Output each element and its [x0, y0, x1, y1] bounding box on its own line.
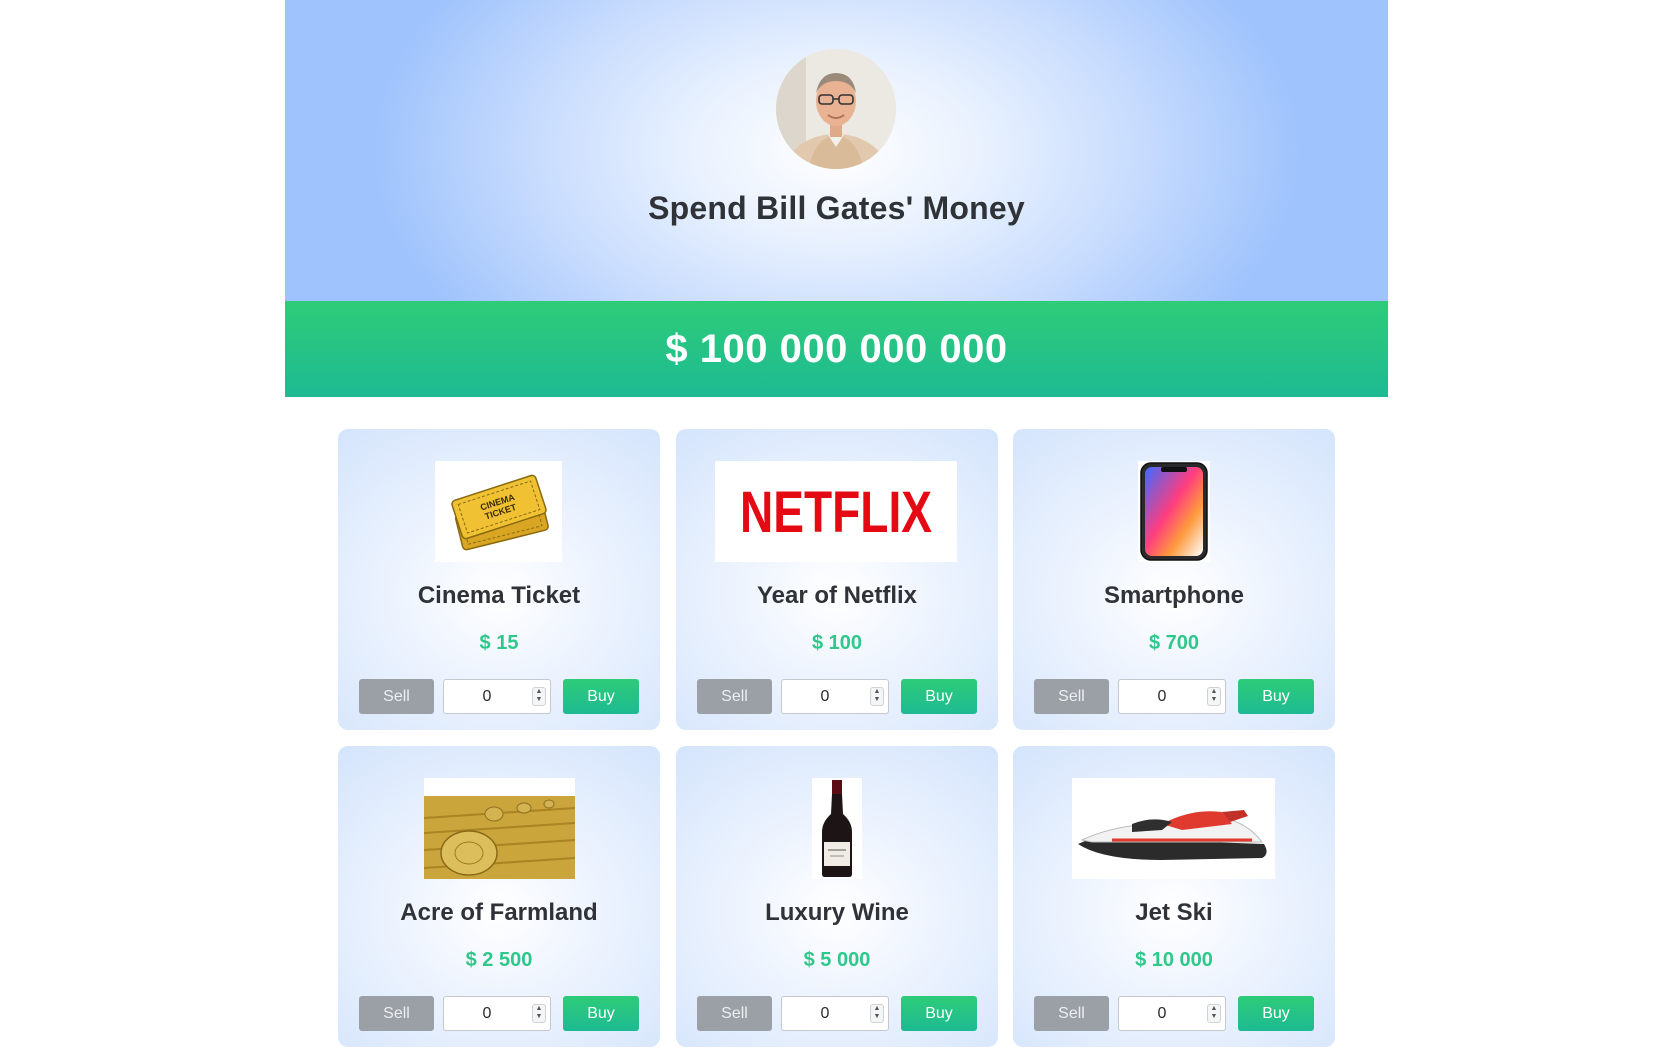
spinner-arrows-icon[interactable]: ▲ ▼: [532, 687, 546, 706]
sell-button[interactable]: Sell: [697, 679, 772, 714]
product-name: Year of Netflix: [756, 582, 918, 609]
buy-button[interactable]: Buy: [1238, 679, 1314, 714]
product-name: Acre of Farmland: [400, 899, 598, 926]
product-name: Luxury Wine: [765, 899, 909, 926]
sell-button[interactable]: Sell: [1034, 679, 1109, 714]
buy-button[interactable]: Buy: [901, 679, 977, 714]
cinema-ticket-icon: CINEMA TICKET: [435, 461, 562, 562]
product-card-netflix: NETFLIX Year of Netflix $ 100 Sell ▲▼ Bu…: [676, 429, 998, 730]
buy-button[interactable]: Buy: [1238, 996, 1314, 1031]
quantity-input[interactable]: [444, 997, 530, 1030]
product-controls: Sell ▲▼ Buy: [359, 996, 639, 1031]
product-price: $ 700: [1148, 632, 1200, 654]
quantity-input[interactable]: [1119, 997, 1205, 1030]
product-card-luxury-wine: Luxury Wine $ 5 000 Sell ▲▼ Buy: [676, 746, 998, 1047]
spinner-arrows-icon[interactable]: ▲ ▼: [870, 1004, 884, 1023]
product-card-jet-ski: Jet Ski $ 10 000 Sell ▲▼ Buy: [1013, 746, 1335, 1047]
product-name: Jet Ski: [1135, 899, 1213, 926]
product-price: $ 5 000: [803, 949, 871, 971]
smartphone-icon: [1138, 461, 1210, 562]
product-controls: Sell ▲▼ Buy: [697, 996, 977, 1031]
product-card-cinema-ticket: CINEMA TICKET Cinema Ticket $ 15 Sell ▲▼…: [338, 429, 660, 730]
product-name: Cinema Ticket: [417, 582, 581, 609]
sell-button[interactable]: Sell: [697, 996, 772, 1031]
page: Spend Bill Gates' Money $ 100 000 000 00…: [0, 0, 1668, 1050]
product-controls: Sell ▲▼ Buy: [1034, 996, 1314, 1031]
quantity-input[interactable]: [782, 997, 868, 1030]
quantity-stepper[interactable]: ▲▼: [781, 679, 889, 714]
product-price: $ 10 000: [1135, 949, 1213, 971]
spinner-arrows-icon[interactable]: ▲ ▼: [870, 687, 884, 706]
product-card-farmland: Acre of Farmland $ 2 500 Sell ▲▼ Buy: [338, 746, 660, 1047]
product-name: Smartphone: [1103, 582, 1244, 609]
product-price: $ 15: [479, 632, 519, 654]
quantity-stepper[interactable]: ▲▼: [781, 996, 889, 1031]
sell-button[interactable]: Sell: [1034, 996, 1109, 1031]
bill-gates-avatar: [776, 49, 896, 169]
spinner-arrows-icon[interactable]: ▲ ▼: [1207, 687, 1221, 706]
quantity-input[interactable]: [1119, 680, 1205, 713]
quantity-stepper[interactable]: ▲▼: [1118, 996, 1226, 1031]
netflix-logo-text: NETFLIX: [740, 480, 932, 545]
product-controls: Sell ▲▼ Buy: [359, 679, 639, 714]
buy-button[interactable]: Buy: [563, 679, 639, 714]
quantity-stepper[interactable]: ▲▼: [443, 996, 551, 1031]
spinner-arrows-icon[interactable]: ▲ ▼: [532, 1004, 546, 1023]
wine-bottle-icon: [812, 778, 862, 879]
buy-button[interactable]: Buy: [901, 996, 977, 1031]
product-card-smartphone: Smartphone $ 700 Sell ▲▼ Buy: [1013, 429, 1335, 730]
product-controls: Sell ▲▼ Buy: [1034, 679, 1314, 714]
sell-button[interactable]: Sell: [359, 996, 434, 1031]
quantity-input[interactable]: [782, 680, 868, 713]
farmland-icon: [424, 778, 575, 879]
balance-amount: $ 100 000 000 000: [665, 326, 1008, 371]
product-price: $ 2 500: [465, 949, 533, 971]
balance-bar: $ 100 000 000 000: [285, 301, 1388, 397]
product-price: $ 100: [811, 632, 863, 654]
quantity-stepper[interactable]: ▲▼: [1118, 679, 1226, 714]
jet-ski-icon: [1072, 778, 1275, 879]
spinner-arrows-icon[interactable]: ▲ ▼: [1207, 1004, 1221, 1023]
quantity-input[interactable]: [444, 680, 530, 713]
sell-button[interactable]: Sell: [359, 679, 434, 714]
buy-button[interactable]: Buy: [563, 996, 639, 1031]
page-title: Spend Bill Gates' Money: [648, 190, 1025, 226]
quantity-stepper[interactable]: ▲▼: [443, 679, 551, 714]
netflix-logo: NETFLIX: [715, 461, 957, 562]
product-controls: Sell ▲▼ Buy: [697, 679, 977, 714]
